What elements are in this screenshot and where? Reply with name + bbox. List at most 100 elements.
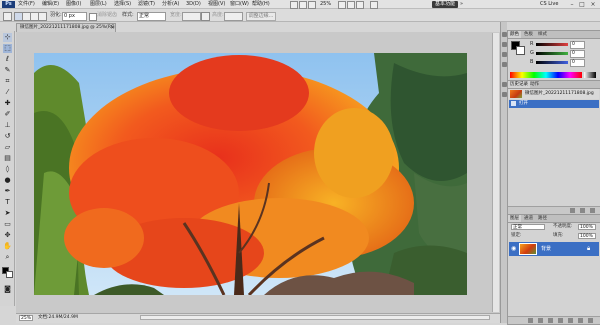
tab-layers[interactable]: 图层 bbox=[508, 215, 521, 222]
new-snapshot-icon[interactable] bbox=[580, 208, 585, 213]
bridge-icon[interactable] bbox=[290, 1, 298, 9]
green-slider[interactable] bbox=[536, 52, 568, 55]
clone-stamp-tool-icon[interactable]: ⊥ bbox=[3, 121, 12, 130]
feather-input[interactable]: 0 px bbox=[62, 12, 87, 21]
style-select[interactable]: 正常 bbox=[137, 12, 166, 21]
tab-styles[interactable]: 样式 bbox=[536, 31, 549, 38]
menu-window[interactable]: 窗口(W) bbox=[230, 1, 249, 8]
green-value[interactable]: 0 bbox=[570, 50, 585, 58]
tab-color[interactable]: 颜色 bbox=[508, 31, 521, 38]
mask-icon[interactable] bbox=[548, 318, 553, 323]
color-spectrum[interactable] bbox=[510, 72, 582, 78]
eyedropper-tool-icon[interactable]: ⁄ bbox=[3, 88, 12, 97]
minimize-icon[interactable]: – bbox=[568, 1, 576, 8]
blur-tool-icon[interactable]: ◊ bbox=[3, 165, 12, 174]
menu-filter[interactable]: 滤镜(T) bbox=[138, 1, 155, 8]
menu-bar: Ps 文件(F) 编辑(E) 图像(I) 图层(L) 选择(S) 滤镜(T) 分… bbox=[0, 0, 600, 9]
eraser-tool-icon[interactable]: ▱ bbox=[3, 143, 12, 152]
adjustment-layer-icon[interactable] bbox=[558, 318, 563, 323]
menu-layer[interactable]: 图层(L) bbox=[90, 1, 107, 8]
move-tool-icon[interactable]: ⊹ bbox=[3, 33, 12, 42]
fx-icon[interactable] bbox=[538, 318, 543, 323]
tab-actions[interactable]: 动作 bbox=[528, 81, 541, 88]
red-value[interactable]: 0 bbox=[570, 41, 585, 49]
gradient-tool-icon[interactable]: ▤ bbox=[3, 154, 12, 163]
quick-select-tool-icon[interactable]: ✎ bbox=[3, 66, 12, 75]
horizontal-scrollbar[interactable] bbox=[140, 315, 490, 320]
workspace-button[interactable]: 基本功能 bbox=[432, 1, 458, 8]
menu-edit[interactable]: 编辑(E) bbox=[42, 1, 59, 8]
zoom-icon[interactable] bbox=[347, 1, 355, 9]
chevron-right-icon[interactable]: » bbox=[460, 1, 463, 7]
menu-zoom-level[interactable]: 25% bbox=[320, 1, 331, 8]
new-document-from-state-icon[interactable] bbox=[570, 208, 575, 213]
menu-view[interactable]: 视图(V) bbox=[208, 1, 225, 8]
red-slider[interactable] bbox=[536, 43, 568, 46]
blend-mode-select[interactable]: 正常 bbox=[511, 224, 545, 230]
tab-paths[interactable]: 路径 bbox=[536, 215, 549, 222]
tab-history[interactable]: 历史记录 bbox=[508, 81, 530, 88]
screen-mode-icon[interactable] bbox=[370, 1, 378, 9]
trash-icon[interactable] bbox=[590, 208, 595, 213]
tab-swatches[interactable]: 色板 bbox=[522, 31, 535, 38]
rotate-view-icon[interactable] bbox=[356, 1, 364, 9]
menu-help[interactable]: 帮助(H) bbox=[252, 1, 270, 8]
folder-icon[interactable] bbox=[568, 318, 573, 323]
brush-tool-icon[interactable]: ✐ bbox=[3, 110, 12, 119]
cs-live-button[interactable]: CS Live bbox=[540, 1, 558, 7]
marquee-tool-preset-icon[interactable] bbox=[3, 12, 12, 21]
background-color-swatch[interactable] bbox=[6, 271, 13, 278]
shape-tool-icon[interactable]: ▭ bbox=[3, 220, 12, 229]
eye-icon[interactable]: ◉ bbox=[511, 246, 516, 252]
menu-analysis[interactable]: 分析(A) bbox=[162, 1, 179, 8]
menu-image[interactable]: 图像(I) bbox=[66, 1, 81, 8]
3d-rotate-tool-icon[interactable]: ✥ bbox=[3, 231, 12, 240]
antialias-checkbox[interactable] bbox=[89, 13, 97, 21]
width-input[interactable] bbox=[182, 12, 201, 21]
zoom-tool-icon[interactable]: ⌕ bbox=[3, 253, 12, 262]
marquee-tool-icon[interactable]: ⬚ bbox=[3, 44, 12, 53]
layer-row[interactable]: ◉ 背景 🔒︎ bbox=[509, 242, 599, 256]
crop-tool-icon[interactable]: ⌗ bbox=[3, 77, 12, 86]
mini-bridge-icon[interactable] bbox=[299, 1, 307, 9]
pen-tool-icon[interactable]: ✒ bbox=[3, 187, 12, 196]
swap-dimensions-icon[interactable] bbox=[201, 12, 210, 21]
menu-3d[interactable]: 3D(D) bbox=[186, 1, 201, 8]
lasso-tool-icon[interactable]: ℓ bbox=[3, 55, 12, 64]
document-image[interactable] bbox=[34, 53, 467, 295]
intersect-selection-icon[interactable] bbox=[38, 12, 47, 21]
history-brush-tool-icon[interactable]: ↺ bbox=[3, 132, 12, 141]
vertical-scrollbar[interactable] bbox=[492, 33, 499, 312]
history-snapshot[interactable]: 微信图片_20221211171808.jpg bbox=[509, 89, 599, 99]
new-layer-icon[interactable] bbox=[578, 318, 583, 323]
quick-mask-icon[interactable]: ◙ bbox=[3, 285, 12, 294]
trash-icon[interactable] bbox=[588, 318, 593, 323]
refine-edge-button[interactable]: 调整边缘... bbox=[246, 12, 276, 21]
type-tool-icon[interactable]: T bbox=[3, 198, 12, 207]
opacity-input[interactable]: 100% bbox=[578, 224, 596, 230]
close-icon[interactable]: × bbox=[589, 1, 597, 8]
dodge-tool-icon[interactable]: ● bbox=[3, 176, 12, 185]
blue-value[interactable]: 0 bbox=[570, 59, 585, 67]
fill-input[interactable]: 100% bbox=[578, 233, 596, 239]
document-tab[interactable]: 微信图片_20221211171808.jpg @ 25%(RGB/8) bbox=[16, 23, 116, 32]
width-label: 宽度: bbox=[170, 12, 182, 18]
background-color-swatch[interactable] bbox=[516, 46, 525, 55]
close-icon[interactable]: × bbox=[110, 24, 115, 31]
height-input[interactable] bbox=[224, 12, 243, 21]
path-selection-tool-icon[interactable]: ➤ bbox=[3, 209, 12, 218]
zoom-input[interactable]: 25% bbox=[19, 315, 33, 321]
history-step-open[interactable]: 打开 bbox=[509, 100, 599, 108]
grayscale-ramp[interactable] bbox=[584, 72, 596, 78]
document-info[interactable]: 文档:24.9M/24.9M bbox=[38, 315, 78, 321]
hand-icon[interactable] bbox=[338, 1, 346, 9]
hand-tool-icon[interactable]: ✋ bbox=[3, 242, 12, 251]
healing-brush-tool-icon[interactable]: ✚ bbox=[3, 99, 12, 108]
link-icon[interactable] bbox=[528, 318, 533, 323]
arrange-icon[interactable] bbox=[308, 1, 316, 9]
blue-slider[interactable] bbox=[536, 61, 568, 64]
menu-file[interactable]: 文件(F) bbox=[18, 1, 35, 8]
menu-select[interactable]: 选择(S) bbox=[114, 1, 131, 8]
restore-icon[interactable]: □ bbox=[578, 1, 586, 8]
tab-channels[interactable]: 通道 bbox=[522, 215, 535, 222]
